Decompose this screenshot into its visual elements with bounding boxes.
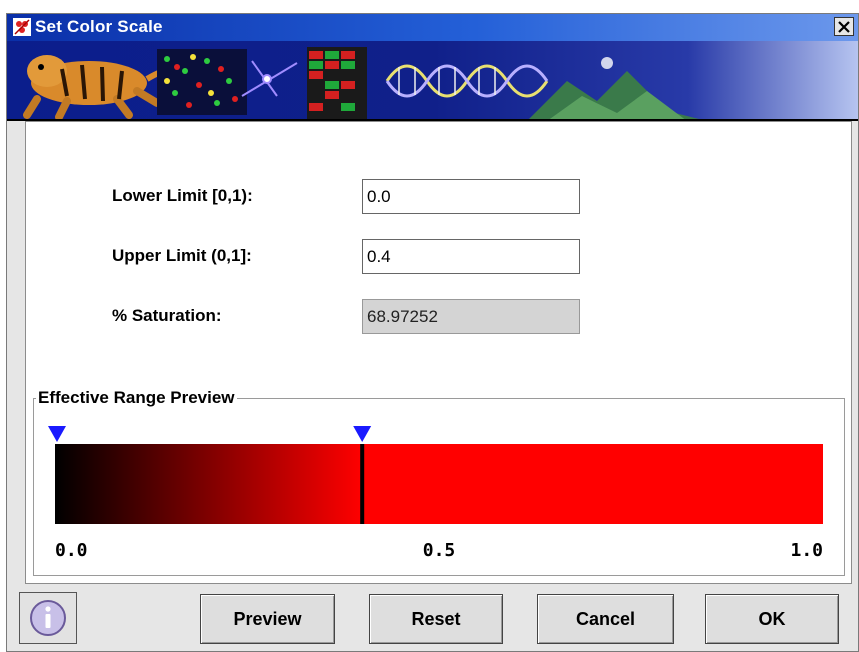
info-button[interactable]	[19, 592, 77, 644]
app-icon	[13, 18, 31, 36]
preview-button[interactable]: Preview	[200, 594, 335, 644]
axis-label-min: 0.0	[55, 540, 88, 561]
reset-button[interactable]: Reset	[369, 594, 503, 644]
close-icon	[838, 20, 850, 33]
set-color-scale-dialog: Set Color Scale Lower Limit [0,1): 0.0 U…	[6, 13, 859, 652]
upper-limit-marker[interactable]	[353, 426, 372, 442]
landscape-graphic	[529, 57, 699, 119]
range-preview-canvas: 0.0 0.5 1.0	[48, 426, 823, 561]
lower-limit-marker[interactable]	[48, 426, 66, 442]
banner-image	[7, 41, 858, 121]
axis-label-max: 1.0	[790, 540, 823, 561]
heatmap-graphic	[307, 47, 367, 119]
close-button[interactable]	[834, 17, 854, 36]
info-icon	[30, 600, 66, 636]
color-ramp	[55, 444, 363, 524]
cancel-button[interactable]: Cancel	[537, 594, 674, 644]
window-title: Set Color Scale	[35, 17, 163, 36]
lower-limit-line	[55, 444, 59, 524]
axis-label-mid: 0.5	[423, 540, 456, 561]
upper-limit-line	[360, 444, 365, 524]
banner-artwork	[23, 47, 699, 119]
ok-button[interactable]: OK	[705, 594, 839, 644]
molecule-graphic	[241, 60, 298, 97]
dna-helix-graphic	[385, 64, 549, 98]
microarray-pattern	[157, 49, 247, 115]
form-panel: Lower Limit [0,1): Upper Limit (0,1]: % …	[25, 121, 852, 584]
title-bar[interactable]: Set Color Scale	[7, 14, 858, 41]
button-bar: Preview Reset Cancel OK	[7, 588, 858, 652]
